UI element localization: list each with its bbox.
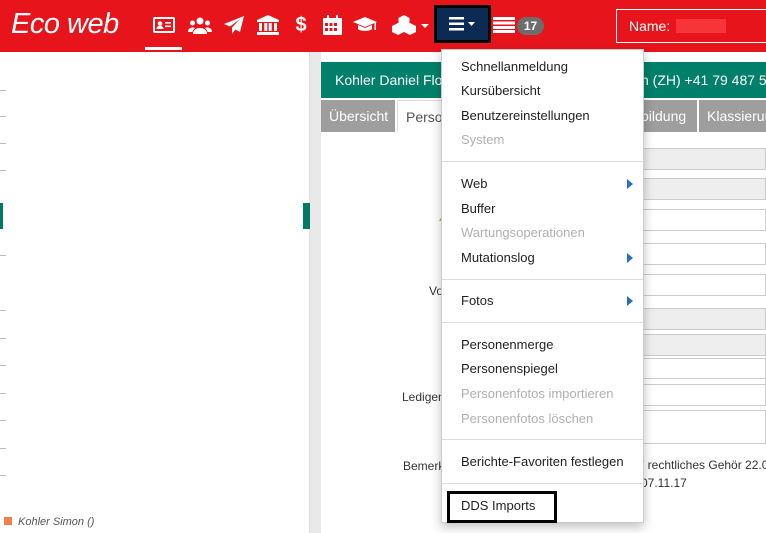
selected-row-marker (0, 203, 3, 229)
hamburger-menu-icon (448, 17, 475, 31)
group-icon[interactable] (187, 12, 213, 38)
annotation-highlight-box (447, 491, 557, 523)
form-field[interactable] (641, 243, 766, 265)
menu-item-berichte-favoriten[interactable]: Berichte-Favoriten festlegen (442, 451, 643, 473)
active-nav-indicator (145, 47, 182, 50)
submenu-arrow-icon (627, 253, 633, 263)
form-field[interactable] (641, 358, 766, 380)
top-navigation-bar: Eco web $ 17 Name: (0, 0, 766, 52)
menu-item-buffer[interactable]: Buffer (442, 198, 643, 220)
form-field[interactable] (641, 274, 766, 296)
submenu-arrow-icon (627, 296, 633, 306)
form-field[interactable] (641, 410, 766, 444)
name-field-label: Name: (629, 18, 671, 34)
form-field[interactable] (641, 384, 766, 406)
menu-separator (442, 279, 643, 280)
tree-line (0, 90, 6, 91)
menu-item-label: Fotos (461, 293, 494, 308)
person-name: Kohler Daniel Flo (335, 72, 443, 88)
form-field[interactable] (641, 178, 766, 200)
tab-klassierung[interactable]: Klassierun (699, 100, 766, 132)
tree-line (0, 365, 6, 366)
graduation-cap-icon[interactable] (352, 12, 378, 38)
person-card-icon[interactable] (151, 12, 177, 38)
tab-personalien[interactable]: Perso (397, 100, 445, 132)
menu-item-schnellanmeldung[interactable]: Schnellanmeldung (442, 56, 643, 78)
tree-line (0, 420, 6, 421)
chevron-down-icon (421, 24, 429, 28)
form-field[interactable] (641, 209, 766, 231)
menu-item-personenfotos-importieren: Personenfotos importieren (461, 386, 614, 401)
list-item[interactable]: Kohler Simon () (4, 516, 94, 528)
menu-item-web[interactable]: Web (442, 173, 643, 195)
menu-item-personenmerge[interactable]: Personenmerge (442, 334, 643, 356)
redacted-name (676, 19, 726, 33)
main-menu-button[interactable] (434, 5, 491, 43)
panel-divider[interactable] (310, 52, 321, 533)
form-field[interactable] (641, 308, 766, 330)
submenu-arrow-icon (627, 179, 633, 189)
person-contact: h (ZH) +41 79 487 5 (641, 72, 766, 88)
menu-item-kursuebersicht[interactable]: Kursübersicht (442, 80, 643, 102)
menu-separator (442, 483, 643, 484)
menu-item-personenfotos-loeschen: Personenfotos löschen (461, 411, 594, 426)
tab-uebersicht[interactable]: Übersicht (321, 100, 395, 132)
calendar-icon[interactable] (319, 12, 345, 38)
form-field[interactable] (641, 334, 766, 356)
main-menu-dropdown: Schnellanmeldung Kursübersicht Benutzere… (441, 49, 644, 523)
menu-separator (442, 322, 643, 323)
menu-separator (442, 439, 643, 440)
tree-line (0, 448, 6, 449)
tree-line (0, 143, 6, 144)
menu-item-benutzereinstellungen[interactable]: Benutzereinstellungen (442, 105, 643, 127)
list-icon[interactable] (491, 12, 517, 38)
form-label: Bemerk (403, 459, 445, 473)
menu-item-mutationslog[interactable]: Mutationslog (442, 247, 643, 269)
orange-square-icon (4, 517, 12, 525)
form-field[interactable] (641, 148, 766, 170)
left-panel (0, 52, 310, 533)
remark-text: / rechtliches Gehör 22.0 (641, 458, 766, 472)
dollar-icon[interactable]: $ (288, 12, 314, 38)
menu-item-label: Web (461, 176, 488, 191)
tree-line (0, 170, 6, 171)
tree-line (0, 255, 6, 256)
tree-line (0, 475, 6, 476)
tree-line (0, 393, 6, 394)
form-label: Ledigen (402, 390, 445, 404)
menu-item-fotos[interactable]: Fotos (442, 290, 643, 312)
tree-line (0, 116, 6, 117)
tree-line (0, 310, 6, 311)
menu-item-wartungsoperationen: Wartungsoperationen (461, 225, 585, 240)
paper-plane-icon[interactable] (221, 12, 247, 38)
app-logo[interactable]: Eco web (11, 8, 119, 41)
menu-item-system: System (461, 132, 505, 147)
selected-row-marker (303, 203, 310, 229)
menu-item-label: Mutationslog (461, 250, 535, 265)
menu-separator (442, 161, 643, 162)
remark-text: 07.11.17 (641, 476, 687, 490)
bank-icon[interactable] (255, 12, 281, 38)
cubes-icon[interactable] (391, 12, 417, 38)
tree-line (0, 338, 6, 339)
menu-item-personenspiegel[interactable]: Personenspiegel (442, 358, 643, 380)
notification-badge[interactable]: 17 (517, 17, 544, 35)
